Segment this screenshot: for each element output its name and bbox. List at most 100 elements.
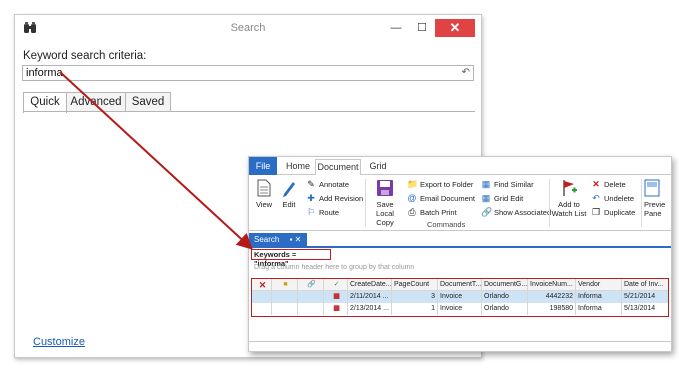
- ribbon-separator: [365, 179, 366, 227]
- pdf-icon[interactable]: ▦: [324, 291, 348, 303]
- table-row[interactable]: ▦ 2/11/2014 ... 3 Invoice Orlando 444223…: [252, 291, 668, 303]
- search-results-tab-label: Search: [254, 235, 280, 244]
- doc-type-cell: Invoice: [438, 303, 482, 315]
- doc-group-cell: Orlando: [482, 291, 528, 303]
- annotate-icon: ✎: [307, 179, 315, 189]
- ribbon-document: View Edit ✎ Annotate ✚ Add Revision ⚐ Route…: [249, 175, 671, 231]
- keywords-filter: Keywords = "informa": [251, 249, 331, 268]
- batch-print-button[interactable]: ⎙ Batch Print: [407, 207, 456, 218]
- ribbon-tab-bar: File Home Document Grid: [249, 157, 671, 176]
- column-header[interactable]: Date of Inv...: [622, 279, 670, 291]
- preview-pane-icon: [644, 179, 660, 197]
- printer-icon: ⎙: [408, 207, 416, 217]
- email-document-button[interactable]: @ Email Document: [407, 193, 475, 204]
- close-button[interactable]: ✕: [435, 19, 475, 37]
- grid-footer-line: [249, 341, 671, 342]
- invoice-date-cell: 5/13/2014: [624, 305, 656, 312]
- pdf-icon[interactable]: ▦: [324, 303, 348, 315]
- vendor-cell: Informa: [576, 291, 622, 303]
- column-header[interactable]: CreateDate...: [348, 279, 392, 291]
- preview-pane-button[interactable]: Previe Pane: [644, 179, 671, 218]
- cell: [298, 303, 324, 315]
- keyword-input-value: informa: [26, 67, 63, 79]
- keyword-label: Keyword search criteria:: [23, 50, 147, 62]
- find-similar-label: Find Similar: [494, 180, 534, 189]
- grid-edit-icon: ▦: [481, 193, 491, 203]
- tab-home[interactable]: Home: [285, 159, 311, 175]
- route-button[interactable]: ⚐ Route: [306, 207, 339, 218]
- results-window: File Home Document Grid View Edit ✎ Annot…: [248, 156, 672, 352]
- undo-icon[interactable]: ↶: [462, 66, 470, 80]
- title-bar: Search — ☐ ✕: [15, 15, 481, 41]
- keyword-search-input[interactable]: informa ↶: [22, 65, 474, 81]
- add-to-watch-list-label: Add to Watch List: [551, 200, 587, 218]
- tab-grid[interactable]: Grid: [367, 159, 389, 175]
- tab-file[interactable]: File: [249, 157, 277, 175]
- add-revision-button[interactable]: ✚ Add Revision: [306, 193, 363, 204]
- cell: [252, 303, 272, 315]
- save-local-copy-label: Save Local Copy: [376, 200, 394, 227]
- column-header[interactable]: InvoiceNum...: [528, 279, 576, 291]
- delete-column-header[interactable]: ✕: [252, 279, 272, 291]
- annotate-label: Annotate: [319, 180, 350, 189]
- column-header[interactable]: Vendor: [576, 279, 622, 291]
- delete-x-icon: ✕: [258, 280, 267, 290]
- folder-icon: 📁: [407, 179, 419, 189]
- ribbon-separator: [641, 179, 642, 227]
- pencil-icon: [283, 182, 295, 197]
- save-local-copy-button[interactable]: Save Local Copy: [367, 179, 403, 227]
- duplicate-icon: ❐: [591, 207, 601, 217]
- annotate-button[interactable]: ✎ Annotate: [306, 179, 349, 190]
- delete-button[interactable]: ✕ Delete: [591, 179, 625, 190]
- cell: [298, 291, 324, 303]
- grid-edit-button[interactable]: ▦ Grid Edit: [481, 193, 523, 204]
- add-revision-icon: ✚: [307, 193, 315, 203]
- link-icon: 🔗: [307, 281, 316, 288]
- tab-saved[interactable]: Saved: [125, 92, 171, 112]
- find-similar-button[interactable]: ▦ Find Similar: [481, 179, 534, 190]
- document-icon: [257, 179, 271, 197]
- grid-header-row: ✕ ■ 🔗 ✓ CreateDate... PageCount Document…: [252, 279, 668, 291]
- minimize-button[interactable]: —: [383, 19, 409, 37]
- column-header[interactable]: DocumentT...: [438, 279, 482, 291]
- route-icon: ⚐: [306, 207, 316, 217]
- column-header[interactable]: DocumentG...: [482, 279, 528, 291]
- preview-pane-label: Previe Pane: [644, 200, 666, 218]
- table-row[interactable]: ▦ 2/13/2014 ... 1 Invoice Orlando 198580…: [252, 303, 668, 315]
- status-column-header[interactable]: ✓: [324, 279, 348, 291]
- customize-link[interactable]: Customize: [33, 336, 85, 348]
- tab-document[interactable]: Document: [315, 159, 361, 176]
- tab-quick[interactable]: Quick: [23, 92, 67, 113]
- export-to-folder-button[interactable]: 📁 Export to Folder: [407, 179, 473, 190]
- undelete-button[interactable]: ↶ Undelete: [591, 193, 634, 204]
- email-document-label: Email Document: [420, 194, 476, 203]
- ribbon-separator: [549, 179, 550, 227]
- export-to-folder-label: Export to Folder: [420, 180, 474, 189]
- delete-icon: ✕: [592, 179, 600, 189]
- check-doc-icon: ✓: [333, 281, 340, 288]
- undelete-icon: ↶: [592, 193, 600, 203]
- doc-type-cell: Invoice: [438, 291, 482, 303]
- maximize-button[interactable]: ☐: [409, 19, 435, 37]
- email-icon: @: [407, 193, 417, 203]
- invoice-num-cell: 4442232: [528, 291, 576, 303]
- duplicate-button[interactable]: ❐ Duplicate: [591, 207, 635, 218]
- tab-pin-close-icon[interactable]: ▪ ✕: [290, 235, 302, 244]
- grid-edit-label: Grid Edit: [494, 194, 524, 203]
- tab-advanced[interactable]: Advanced: [66, 92, 126, 112]
- link-column-header[interactable]: 🔗: [298, 279, 324, 291]
- folder-column-header[interactable]: ■: [272, 279, 298, 291]
- cell: [272, 303, 298, 315]
- edit-label: Edit: [282, 200, 296, 209]
- show-associated-button[interactable]: 🔗 Show Associated: [481, 207, 551, 218]
- cell: [272, 291, 298, 303]
- invoice-num-cell: 198580: [528, 303, 576, 315]
- show-associated-label: Show Associated: [494, 208, 552, 217]
- view-button[interactable]: View: [253, 179, 275, 209]
- flag-add-icon: [563, 180, 577, 196]
- edit-button[interactable]: Edit: [279, 179, 299, 209]
- save-icon: [377, 180, 393, 196]
- add-to-watch-list-button[interactable]: Add to Watch List: [551, 179, 587, 218]
- column-header[interactable]: PageCount: [392, 279, 438, 291]
- search-results-tab[interactable]: Search ▪ ✕: [249, 233, 307, 246]
